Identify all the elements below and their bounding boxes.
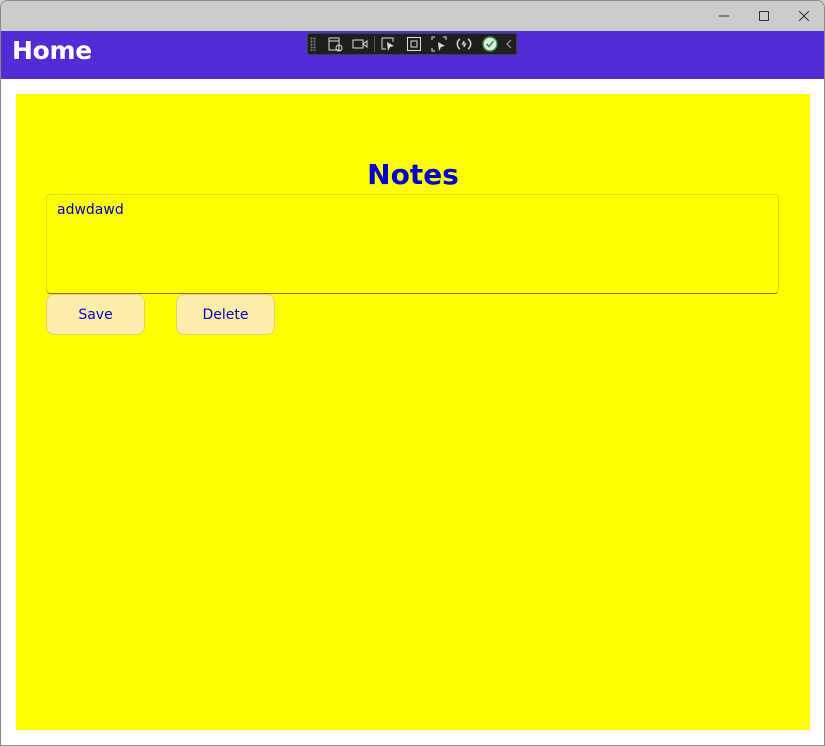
- minimize-button[interactable]: [704, 1, 744, 31]
- collapse-chevron-icon[interactable]: [502, 33, 516, 55]
- live-visual-tree-icon[interactable]: [322, 33, 347, 55]
- select-element-icon[interactable]: [376, 33, 401, 55]
- display-layout-adorners-icon[interactable]: [401, 33, 426, 55]
- note-editor[interactable]: adwdawd: [46, 194, 779, 294]
- delete-button[interactable]: Delete: [176, 294, 275, 335]
- close-button[interactable]: [784, 1, 824, 31]
- maximize-icon: [759, 11, 769, 21]
- save-button[interactable]: Save: [46, 294, 145, 335]
- toolbar-separator: [373, 36, 375, 52]
- minimize-icon: [719, 11, 729, 21]
- track-focus-icon[interactable]: [426, 33, 451, 55]
- record-icon[interactable]: [347, 33, 372, 55]
- app-window: Home Notes adwdawd Save Delete: [0, 0, 825, 746]
- hot-reload-icon[interactable]: [452, 33, 477, 55]
- toolbar-grip[interactable]: [310, 37, 316, 51]
- binding-check-icon[interactable]: [477, 33, 502, 55]
- maximize-button[interactable]: [744, 1, 784, 31]
- notes-page: Notes adwdawd Save Delete: [16, 94, 810, 730]
- close-icon: [799, 11, 809, 21]
- page-title: Home: [12, 36, 92, 65]
- notes-heading: Notes: [367, 158, 459, 191]
- xaml-debug-toolbar: [307, 33, 517, 55]
- title-bar: [1, 1, 824, 31]
